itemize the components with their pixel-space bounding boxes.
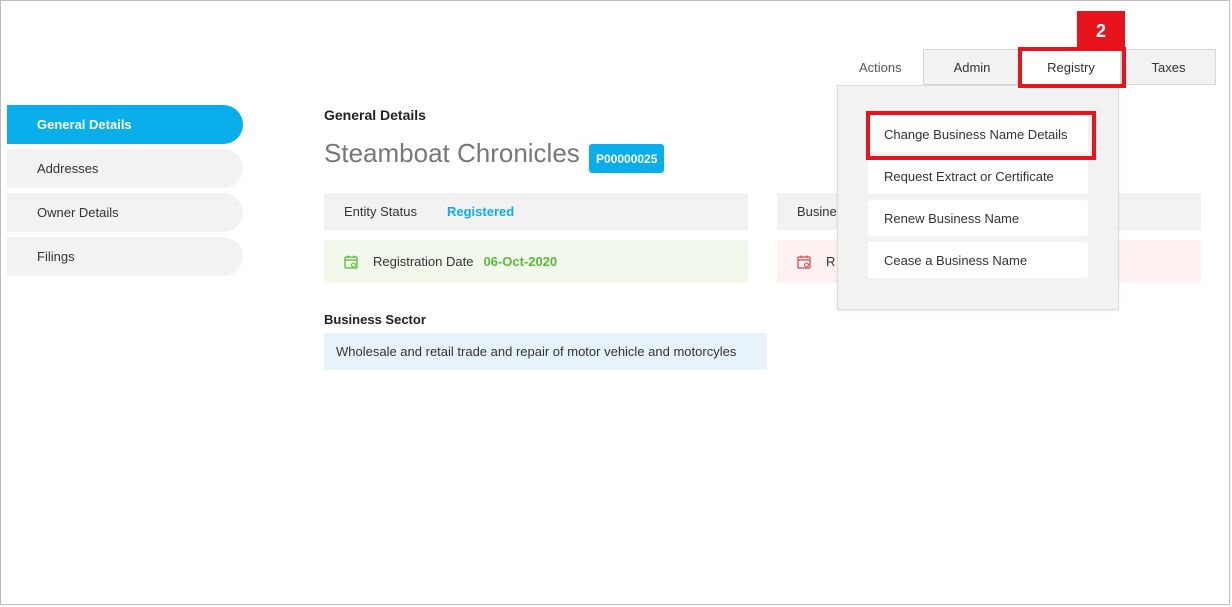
entity-status-label: Entity Status [344,204,417,219]
business-label: Busine [797,204,837,219]
tab-admin[interactable]: Admin [923,49,1021,85]
second-date-label: R [826,254,836,269]
sidebar-item-label: Addresses [37,161,99,176]
sidebar-item-label: Owner Details [37,205,119,220]
calendar-icon [797,255,811,269]
menu-item-renew-business-name[interactable]: Renew Business Name [868,200,1088,236]
tab-taxes[interactable]: Taxes [1121,49,1216,85]
entity-name: Steamboat Chronicles [324,138,580,168]
step-number-badge: 2 [1077,11,1125,51]
entity-status-value: Registered [446,204,515,219]
sidebar-item-label: General Details [37,117,132,132]
sidebar-item-general-details[interactable]: General Details [7,105,243,144]
entity-id-badge: P00000025 [589,144,665,173]
business-sector-value: Wholesale and retail trade and repair of… [324,333,767,370]
menu-item-cease-a-business-name[interactable]: Cease a Business Name [868,242,1088,278]
actions-label: Actions [859,60,902,75]
registry-tab-highlight [1018,47,1126,88]
registration-date-value: 06-Oct-2020 [483,254,558,269]
entity-status-row: Entity Status Registered [324,193,748,230]
sidebar-item-addresses[interactable]: Addresses [7,149,243,188]
menu-item-request-extract-or-certificate[interactable]: Request Extract or Certificate [868,158,1088,194]
calendar-icon [344,255,358,269]
sidebar-item-label: Filings [37,249,75,264]
business-sector-title: Business Sector [324,312,426,327]
registration-date-row: Registration Date 06-Oct-2020 [324,240,748,283]
sidebar: General Details Addresses Owner Details … [7,105,243,281]
registration-date-label: Registration Date [373,254,474,269]
section-title: General Details [324,107,426,123]
sidebar-item-filings[interactable]: Filings [7,237,243,276]
change-business-name-highlight [866,111,1096,160]
sidebar-item-owner-details[interactable]: Owner Details [7,193,243,232]
